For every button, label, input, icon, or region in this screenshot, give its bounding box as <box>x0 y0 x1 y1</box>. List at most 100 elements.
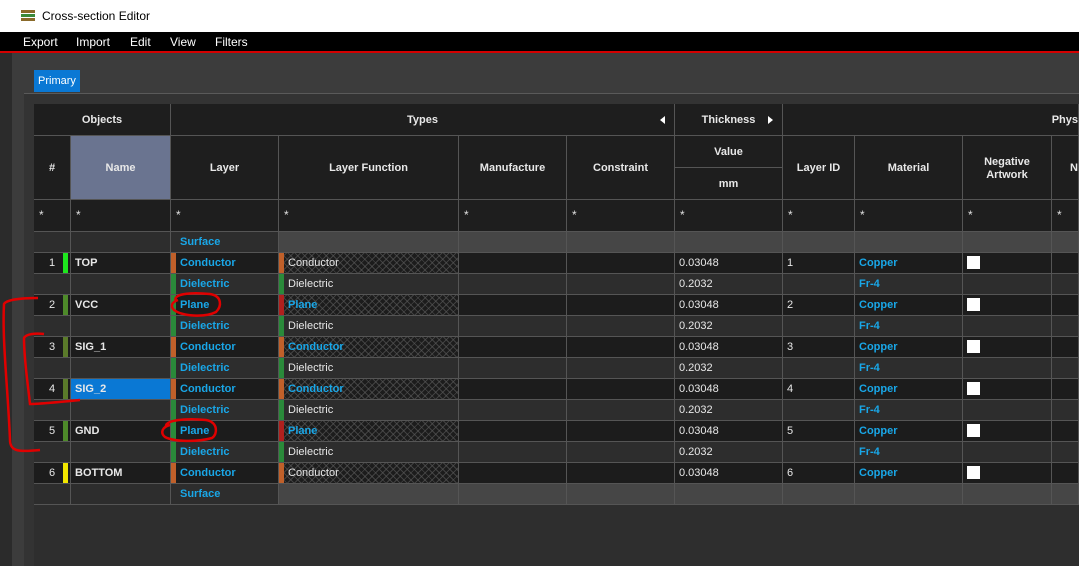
col-layer-function[interactable]: Layer Function <box>279 136 459 200</box>
layer-function-cell[interactable]: Dielectric <box>279 358 459 379</box>
material-cell[interactable]: Fr-4 <box>855 358 963 379</box>
manufacture-cell[interactable] <box>459 253 567 274</box>
constraint-cell[interactable] <box>567 337 675 358</box>
material-cell[interactable]: Fr-4 <box>855 274 963 295</box>
constraint-cell[interactable] <box>567 274 675 295</box>
thickness-value-cell[interactable]: 0.03048 <box>675 337 783 358</box>
layer-name-cell[interactable]: SIG_2 <box>71 379 171 400</box>
material-cell[interactable]: Copper <box>855 463 963 484</box>
layer-type-cell[interactable]: Dielectric <box>171 442 279 463</box>
material-cell[interactable]: Fr-4 <box>855 400 963 421</box>
filter-layer-function[interactable]: * <box>279 200 459 232</box>
col-name[interactable]: Name <box>71 136 171 200</box>
layer-type-cell[interactable]: Surface <box>171 232 279 253</box>
layer-type-cell[interactable]: Dielectric <box>171 274 279 295</box>
layer-name-cell[interactable]: GND <box>71 421 171 442</box>
thickness-value-cell[interactable]: 0.03048 <box>675 463 783 484</box>
manufacture-cell[interactable] <box>459 358 567 379</box>
layer-name-cell[interactable]: TOP <box>71 253 171 274</box>
material-cell[interactable]: Copper <box>855 295 963 316</box>
manufacture-cell[interactable] <box>459 337 567 358</box>
col-layer-id[interactable]: Layer ID <box>783 136 855 200</box>
tab-primary[interactable]: Primary <box>34 70 80 92</box>
menu-import[interactable]: Import <box>76 35 110 49</box>
constraint-cell[interactable] <box>567 379 675 400</box>
col-next[interactable]: N <box>1052 136 1079 200</box>
col-manufacture[interactable]: Manufacture <box>459 136 567 200</box>
negative-artwork-checkbox[interactable] <box>967 256 980 269</box>
layer-type-cell[interactable]: Surface <box>171 484 279 505</box>
negative-artwork-checkbox[interactable] <box>967 298 980 311</box>
filter-next[interactable]: * <box>1052 200 1079 232</box>
manufacture-cell[interactable] <box>459 295 567 316</box>
manufacture-cell[interactable] <box>459 274 567 295</box>
thickness-value-cell[interactable]: 0.03048 <box>675 379 783 400</box>
col-value[interactable]: Value <box>675 136 783 168</box>
layer-function-cell[interactable]: Dielectric <box>279 274 459 295</box>
layer-function-cell[interactable]: Dielectric <box>279 442 459 463</box>
menu-filters[interactable]: Filters <box>215 35 248 49</box>
filter-value[interactable]: * <box>675 200 783 232</box>
filter-manufacture[interactable]: * <box>459 200 567 232</box>
manufacture-cell[interactable] <box>459 316 567 337</box>
filter-num[interactable]: * <box>34 200 71 232</box>
material-cell[interactable]: Copper <box>855 421 963 442</box>
thickness-value-cell[interactable]: 0.2032 <box>675 358 783 379</box>
thickness-value-cell[interactable]: 0.2032 <box>675 274 783 295</box>
thickness-value-cell[interactable]: 0.2032 <box>675 442 783 463</box>
constraint-cell[interactable] <box>567 316 675 337</box>
expand-right-icon[interactable] <box>768 116 773 124</box>
col-negative-artwork[interactable]: Negative Artwork <box>963 136 1052 200</box>
material-cell[interactable]: Copper <box>855 379 963 400</box>
filter-constraint[interactable]: * <box>567 200 675 232</box>
layer-type-cell[interactable]: Conductor <box>171 463 279 484</box>
col-layer[interactable]: Layer <box>171 136 279 200</box>
layer-type-cell[interactable]: Plane <box>171 421 279 442</box>
constraint-cell[interactable] <box>567 463 675 484</box>
layer-type-cell[interactable]: Conductor <box>171 379 279 400</box>
thickness-value-cell[interactable]: 0.03048 <box>675 421 783 442</box>
layer-type-cell[interactable]: Dielectric <box>171 316 279 337</box>
layer-function-cell[interactable]: Conductor <box>279 463 459 484</box>
col-material[interactable]: Material <box>855 136 963 200</box>
layer-function-cell[interactable]: Conductor <box>279 253 459 274</box>
constraint-cell[interactable] <box>567 295 675 316</box>
layer-function-cell[interactable]: Conductor <box>279 379 459 400</box>
negative-artwork-checkbox[interactable] <box>967 424 980 437</box>
menu-view[interactable]: View <box>170 35 196 49</box>
layer-name-cell[interactable]: VCC <box>71 295 171 316</box>
material-cell[interactable]: Fr-4 <box>855 316 963 337</box>
negative-artwork-checkbox[interactable] <box>967 340 980 353</box>
filter-layer-id[interactable]: * <box>783 200 855 232</box>
layer-function-cell[interactable]: Plane <box>279 421 459 442</box>
layer-function-cell[interactable]: Plane <box>279 295 459 316</box>
layer-function-cell[interactable]: Dielectric <box>279 400 459 421</box>
menu-edit[interactable]: Edit <box>130 35 151 49</box>
filter-layer[interactable]: * <box>171 200 279 232</box>
layer-type-cell[interactable]: Conductor <box>171 253 279 274</box>
thickness-value-cell[interactable]: 0.03048 <box>675 253 783 274</box>
constraint-cell[interactable] <box>567 442 675 463</box>
layer-function-cell[interactable]: Conductor <box>279 337 459 358</box>
filter-negative-artwork[interactable]: * <box>963 200 1052 232</box>
layer-name-cell[interactable]: BOTTOM <box>71 463 171 484</box>
constraint-cell[interactable] <box>567 421 675 442</box>
layer-type-cell[interactable]: Dielectric <box>171 358 279 379</box>
negative-artwork-checkbox[interactable] <box>967 382 980 395</box>
thickness-value-cell[interactable]: 0.2032 <box>675 316 783 337</box>
thickness-value-cell[interactable]: 0.2032 <box>675 400 783 421</box>
material-cell[interactable]: Copper <box>855 337 963 358</box>
manufacture-cell[interactable] <box>459 421 567 442</box>
material-cell[interactable]: Fr-4 <box>855 442 963 463</box>
manufacture-cell[interactable] <box>459 400 567 421</box>
filter-name[interactable]: * <box>71 200 171 232</box>
thickness-value-cell[interactable]: 0.03048 <box>675 295 783 316</box>
layer-type-cell[interactable]: Conductor <box>171 337 279 358</box>
negative-artwork-checkbox[interactable] <box>967 466 980 479</box>
manufacture-cell[interactable] <box>459 442 567 463</box>
collapse-left-icon[interactable] <box>660 116 665 124</box>
col-num[interactable]: # <box>34 136 71 200</box>
col-constraint[interactable]: Constraint <box>567 136 675 200</box>
constraint-cell[interactable] <box>567 253 675 274</box>
constraint-cell[interactable] <box>567 358 675 379</box>
